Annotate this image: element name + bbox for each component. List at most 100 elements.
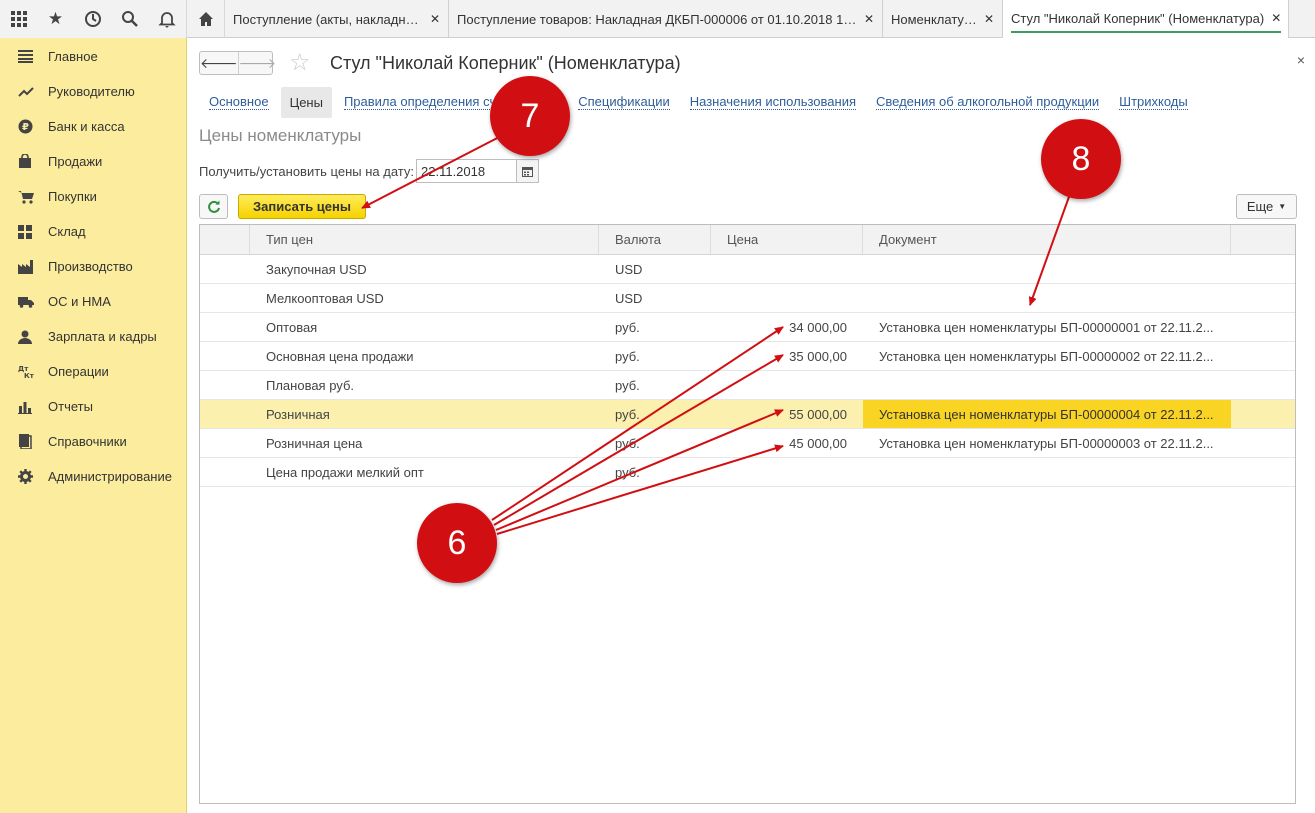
section-title: Цены номенклатуры (199, 126, 362, 145)
cell-document[interactable]: Установка цен номенклатуры БП-00000002 о… (863, 342, 1231, 370)
cell-document[interactable] (863, 371, 1231, 399)
sidebar-item-main[interactable]: Главное (0, 39, 186, 74)
cell-price: 35 000,00 (789, 348, 847, 364)
tab-barcodes[interactable]: Штрихкоды (1119, 94, 1188, 110)
tab-receipts[interactable]: Поступление (акты, накладные) ✕ (225, 0, 449, 38)
table-row[interactable]: Мелкооптовая USD USD (200, 284, 1295, 313)
close-icon[interactable]: × (1297, 52, 1305, 68)
header-price-type[interactable]: Тип цен (250, 225, 599, 254)
cell-currency: руб. (615, 348, 640, 364)
tab-prices[interactable]: Цены (280, 86, 332, 118)
cell-price-type: Основная цена продажи (266, 348, 414, 364)
header-marker (200, 225, 250, 254)
table-row-selected[interactable]: Розничная руб. 55 000,00 Установка цен н… (200, 400, 1295, 429)
sidebar-item-warehouse[interactable]: Склад (0, 214, 186, 249)
cell-price-type: Оптовая (266, 319, 318, 335)
table-row[interactable]: Закупочная USD USD (200, 255, 1295, 284)
tab-invoice[interactable]: Поступление товаров: Накладная ДКБП-0000… (449, 0, 883, 38)
cell-document[interactable] (863, 458, 1231, 486)
cell-currency: USD (615, 290, 643, 306)
nav-buttons: 🡐 🡒 (199, 51, 276, 75)
cell-spacer (1231, 371, 1295, 399)
page-title: Стул "Николай Коперник" (Номенклатура) (330, 53, 681, 73)
calendar-icon[interactable] (517, 159, 539, 183)
callout-6: 6 (417, 503, 497, 583)
sidebar-item-label: Склад (48, 224, 86, 239)
header-document[interactable]: Документ (863, 225, 1231, 254)
row-marker (200, 284, 250, 312)
close-icon[interactable]: ✕ (984, 12, 994, 26)
close-icon[interactable]: ✕ (430, 12, 440, 26)
header-price[interactable]: Цена (711, 225, 863, 254)
apps-grid-icon[interactable] (0, 0, 37, 38)
star-icon[interactable]: ★ (37, 0, 74, 38)
tab-chair[interactable]: Стул "Николай Коперник" (Номенклатура) ✕ (1003, 0, 1289, 38)
history-icon[interactable] (74, 0, 111, 38)
sidebar-item-assets[interactable]: ОС и НМА (0, 284, 186, 319)
home-icon[interactable] (187, 0, 225, 38)
date-label: Получить/установить цены на дату: (199, 164, 414, 179)
sidebar-item-label: Покупки (48, 189, 97, 204)
close-icon[interactable]: ✕ (1271, 11, 1281, 25)
tab-specifications[interactable]: Спецификации (578, 94, 670, 110)
sidebar-item-salary[interactable]: Зарплата и кадры (0, 319, 186, 354)
truck-icon (18, 296, 48, 308)
search-icon[interactable] (111, 0, 148, 38)
date-input[interactable] (416, 159, 517, 183)
sidebar-item-operations[interactable]: Дт Кт Операции (0, 354, 186, 389)
cell-spacer (1231, 429, 1295, 457)
warehouse-icon (18, 224, 48, 239)
table-row[interactable]: Оптовая руб. 34 000,00 Установка цен ном… (200, 313, 1295, 342)
cell-price (711, 458, 863, 486)
save-prices-button[interactable]: Записать цены (238, 194, 366, 219)
cell-spacer (1231, 284, 1295, 312)
sidebar-item-references[interactable]: Справочники (0, 424, 186, 459)
sidebar-item-label: Производство (48, 259, 133, 274)
refresh-button[interactable] (199, 194, 228, 219)
ruble-icon: ₽ (18, 119, 48, 134)
row-marker (200, 429, 250, 457)
sidebar-item-production[interactable]: Производство (0, 249, 186, 284)
sidebar-item-sales[interactable]: Продажи (0, 144, 186, 179)
cell-price-type: Плановая руб. (266, 377, 354, 393)
cell-document[interactable]: Установка цен номенклатуры БП-00000003 о… (863, 429, 1231, 457)
sidebar-item-label: Руководителю (48, 84, 135, 99)
cell-price (711, 371, 863, 399)
sidebar-item-admin[interactable]: Администрирование (0, 459, 186, 494)
book-icon (18, 434, 48, 449)
cell-price-type: Розничная цена (266, 435, 363, 451)
sidebar-item-manager[interactable]: Руководителю (0, 74, 186, 109)
table-row[interactable]: Розничная цена руб. 45 000,00 Установка … (200, 429, 1295, 458)
sidebar-item-purchases[interactable]: Покупки (0, 179, 186, 214)
bag-icon (18, 154, 48, 169)
header-currency[interactable]: Валюта (599, 225, 711, 254)
row-marker (200, 400, 250, 428)
tab-nomenclature[interactable]: Номенклатура ✕ (883, 0, 1003, 38)
tab-usage[interactable]: Назначения использования (689, 94, 856, 110)
cell-document[interactable] (863, 255, 1231, 283)
forward-button[interactable]: 🡒 (239, 52, 277, 74)
gear-icon (18, 469, 48, 484)
cell-document[interactable]: Установка цен номенклатуры БП-00000001 о… (863, 313, 1231, 341)
svg-text:₽: ₽ (22, 122, 29, 133)
cell-document[interactable] (863, 284, 1231, 312)
svg-text:Кт: Кт (24, 372, 34, 379)
cell-document[interactable]: Установка цен номенклатуры БП-00000004 о… (863, 400, 1231, 428)
sidebar-item-label: Администрирование (48, 469, 172, 484)
table-row[interactable]: Цена продажи мелкий опт руб. (200, 458, 1295, 487)
close-icon[interactable]: ✕ (864, 12, 874, 26)
sidebar-item-reports[interactable]: Отчеты (0, 389, 186, 424)
table-row[interactable]: Основная цена продажи руб. 35 000,00 Уст… (200, 342, 1295, 371)
table-row[interactable]: Плановая руб. руб. (200, 371, 1295, 400)
tab-main[interactable]: Основное (209, 94, 269, 110)
tab-alcohol[interactable]: Сведения об алкогольной продукции (876, 94, 1100, 110)
more-button[interactable]: Еще ▼ (1236, 194, 1297, 219)
bell-icon[interactable] (148, 0, 185, 38)
tab-account-rules[interactable]: Правила определения сч (343, 94, 497, 110)
top-bar: ★ Поступление (акты, накладные) ✕ Поступ… (0, 0, 1315, 38)
favorite-star-icon[interactable]: ☆ (289, 50, 311, 76)
tab-label: Поступление товаров: Накладная ДКБП-0000… (457, 11, 857, 27)
back-button[interactable]: 🡐 (200, 52, 239, 74)
sidebar-item-bank[interactable]: ₽ Банк и касса (0, 109, 186, 144)
menu-icon (18, 50, 48, 63)
